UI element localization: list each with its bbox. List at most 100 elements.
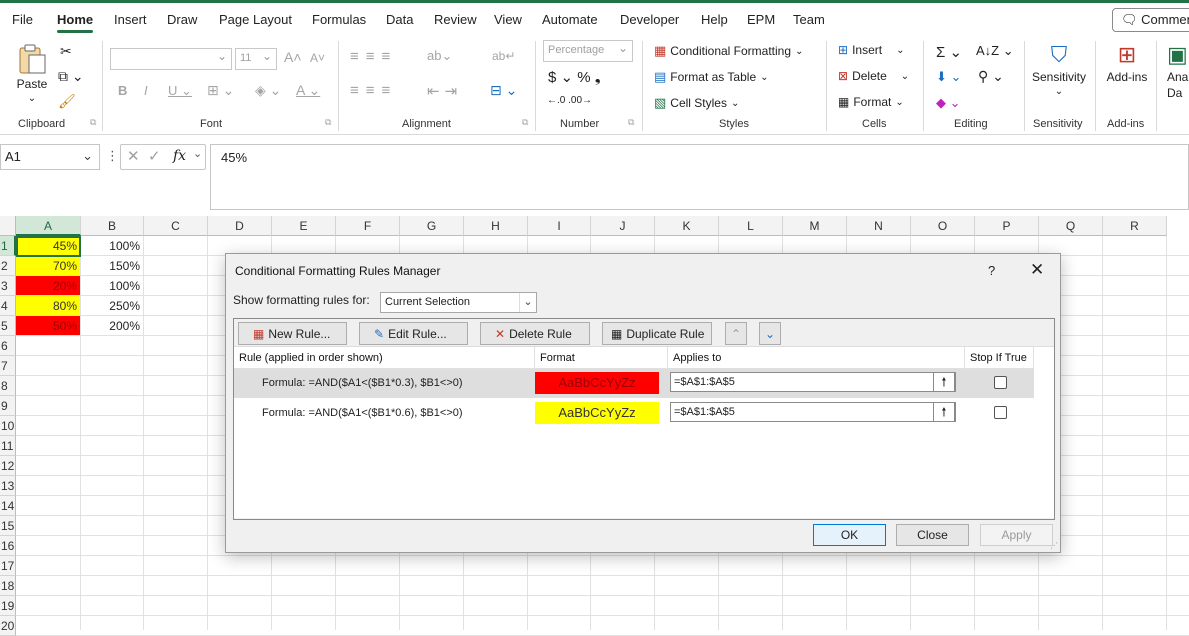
tab-file[interactable]: File	[12, 12, 33, 27]
format-cells-button[interactable]: ▦ Format ⌄	[838, 95, 904, 109]
italic-icon[interactable]: I	[144, 83, 148, 98]
number-format-combo[interactable]: Percentage	[543, 40, 633, 62]
tab-home[interactable]: Home	[57, 12, 94, 33]
conditional-formatting-button[interactable]: ▦ Conditional Formatting ⌄	[654, 43, 803, 59]
row-header[interactable]: 8	[0, 376, 16, 396]
row-header[interactable]: 12	[0, 456, 16, 476]
column-header[interactable]: O	[911, 216, 975, 236]
move-down-button[interactable]: ⌄	[759, 322, 781, 345]
resize-grip-icon[interactable]: ⋰	[1050, 541, 1058, 550]
column-header[interactable]: I	[528, 216, 591, 236]
apply-button[interactable]: Apply	[980, 524, 1053, 546]
decimal-icons[interactable]: ←.0 .00→	[547, 95, 592, 106]
stop-if-true-checkbox[interactable]	[994, 406, 1007, 419]
cell-a2[interactable]: 70%	[16, 256, 80, 275]
name-box[interactable]: A1 ⌄	[0, 144, 100, 170]
number-launcher-icon[interactable]: ⧉	[628, 117, 634, 128]
paste-button[interactable]: Paste ⌄	[14, 43, 50, 104]
sensitivity-button[interactable]: ⛉ Sensitivity ⌄	[1031, 42, 1087, 97]
row-header[interactable]: 20	[0, 616, 16, 636]
column-header[interactable]: J	[591, 216, 655, 236]
grow-font-icon[interactable]: A˄	[284, 49, 302, 65]
select-all-corner[interactable]	[0, 216, 16, 236]
column-header[interactable]: G	[400, 216, 464, 236]
borders-icon[interactable]: ⊞ ⌄	[207, 82, 234, 99]
indent-icons[interactable]: ⇤⇥	[427, 82, 462, 100]
row-header[interactable]: 10	[0, 416, 16, 436]
fill-icon[interactable]: ⬇ ⌄	[936, 69, 961, 85]
column-header[interactable]: Q	[1039, 216, 1103, 236]
cell-a4[interactable]: 80%	[16, 296, 80, 315]
format-painter-icon[interactable]: 🖌	[58, 93, 76, 110]
format-as-table-button[interactable]: ▤ Format as Table ⌄	[654, 69, 769, 85]
move-up-button[interactable]: ⌃	[725, 322, 747, 345]
column-header[interactable]: M	[783, 216, 847, 236]
cell-b4[interactable]: 250%	[81, 296, 143, 316]
row-header[interactable]: 9	[0, 396, 16, 416]
column-header[interactable]: E	[272, 216, 336, 236]
row-header[interactable]: 7	[0, 356, 16, 376]
column-header[interactable]: B	[81, 216, 144, 236]
shrink-font-icon[interactable]: A˅	[310, 51, 325, 65]
row-header[interactable]: 2	[0, 256, 16, 276]
comments-button[interactable]: 🗨 Comments	[1112, 8, 1189, 32]
tab-view[interactable]: View	[494, 12, 522, 27]
row-header[interactable]: 16	[0, 536, 16, 556]
sort-filter-icon[interactable]: A↓Z ⌄	[976, 43, 1014, 59]
column-header[interactable]: R	[1103, 216, 1167, 236]
formula-input[interactable]: 45%	[210, 144, 1189, 210]
tab-page-layout[interactable]: Page Layout	[219, 12, 292, 27]
tab-help[interactable]: Help	[701, 12, 728, 27]
cut-icon[interactable]: ✂	[60, 43, 72, 60]
tab-developer[interactable]: Developer	[620, 12, 679, 27]
row-header[interactable]: 19	[0, 596, 16, 616]
delete-cells-button[interactable]: ⊠ Delete ⌄	[838, 69, 909, 83]
tab-team[interactable]: Team	[793, 12, 825, 27]
edit-rule-button[interactable]: ✎ Edit Rule...	[359, 322, 468, 345]
enter-icon[interactable]: ✓	[148, 147, 161, 165]
clear-icon[interactable]: ◆ ⌄	[936, 95, 961, 111]
bold-icon[interactable]: B	[118, 83, 127, 98]
cell-b3[interactable]: 100%	[81, 276, 143, 296]
column-header[interactable]: K	[655, 216, 719, 236]
column-header[interactable]: L	[719, 216, 783, 236]
fill-color-icon[interactable]: ◈ ⌄	[255, 82, 281, 99]
column-header[interactable]: A	[16, 216, 81, 236]
tab-automate[interactable]: Automate	[542, 12, 598, 27]
column-header[interactable]: N	[847, 216, 911, 236]
row-header[interactable]: 18	[0, 576, 16, 596]
row-header[interactable]: 5	[0, 316, 16, 336]
cell-styles-button[interactable]: ▧ Cell Styles ⌄	[654, 95, 739, 111]
stop-if-true-checkbox[interactable]	[994, 376, 1007, 389]
insert-function-icon[interactable]: fx	[173, 148, 186, 164]
show-rules-select[interactable]: Current Selection ⌄	[380, 292, 537, 313]
close-icon[interactable]: ✕	[1030, 260, 1044, 280]
more-icon[interactable]: ⋮	[106, 148, 119, 164]
orientation-icon[interactable]: ab⌄	[427, 48, 452, 64]
font-launcher-icon[interactable]: ⧉	[325, 117, 331, 128]
row-header[interactable]: 14	[0, 496, 16, 516]
delete-rule-button[interactable]: ✕ Delete Rule	[480, 322, 590, 345]
insert-cells-button[interactable]: ⊞ Insert ⌄	[838, 43, 904, 57]
tab-data[interactable]: Data	[386, 12, 413, 27]
rule-row[interactable]: Formula: =AND($A1<($B1*0.3), $B1<>0) AaB…	[234, 369, 1034, 398]
tab-formulas[interactable]: Formulas	[312, 12, 366, 27]
cell-b1[interactable]: 100%	[81, 236, 143, 256]
row-header[interactable]: 17	[0, 556, 16, 576]
autosum-icon[interactable]: Σ ⌄	[936, 43, 962, 61]
vertical-align-icons[interactable]: ≡≡≡	[350, 48, 397, 65]
tab-epm[interactable]: EPM	[747, 12, 775, 27]
close-button[interactable]: Close	[896, 524, 969, 546]
cell-b2[interactable]: 150%	[81, 256, 143, 276]
cancel-icon[interactable]: ✕	[127, 147, 140, 165]
column-header[interactable]: H	[464, 216, 528, 236]
currency-icon[interactable]: $ ⌄ % ❟	[548, 68, 601, 86]
horizontal-align-icons[interactable]: ≡≡≡	[350, 82, 397, 99]
tab-draw[interactable]: Draw	[167, 12, 197, 27]
rule-row[interactable]: Formula: =AND($A1<($B1*0.6), $B1<>0) AaB…	[234, 399, 1034, 428]
tab-review[interactable]: Review	[434, 12, 477, 27]
column-header[interactable]: C	[144, 216, 208, 236]
row-header[interactable]: 4	[0, 296, 16, 316]
copy-icon[interactable]: ⧉ ⌄	[58, 68, 84, 85]
row-header[interactable]: 13	[0, 476, 16, 496]
